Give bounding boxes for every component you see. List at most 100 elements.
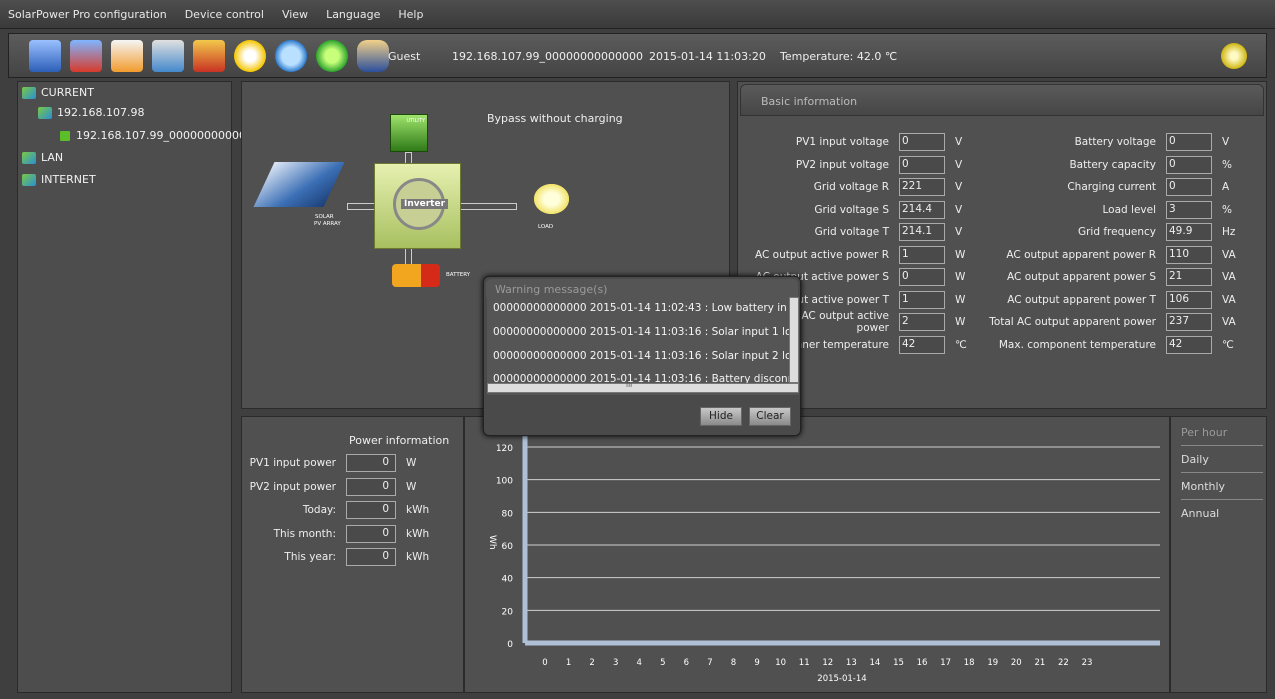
basic-right-unit: V xyxy=(1222,136,1230,148)
period-annual[interactable]: Annual xyxy=(1181,507,1263,526)
power-row: PV2 input power 0 W xyxy=(242,477,417,496)
vertical-scrollbar[interactable] xyxy=(789,297,799,383)
basic-right-label: Total AC output apparent power xyxy=(989,316,1156,328)
basic-right-unit: VA xyxy=(1222,271,1236,283)
y-axis-label: Wh xyxy=(487,535,497,550)
basic-right-value: 42 xyxy=(1166,335,1212,354)
x-tick-label: 9 xyxy=(754,658,759,668)
warning-dialog: Warning message(s) 00000000000000 2015-0… xyxy=(483,276,801,436)
basic-left-label: AC output active power R xyxy=(755,248,889,261)
battery-icon xyxy=(392,264,440,287)
y-tick-label: 80 xyxy=(502,509,514,519)
power-unit: W xyxy=(406,457,417,469)
basic-right-value: 21 xyxy=(1166,268,1212,286)
x-tick-label: 1 xyxy=(566,658,571,668)
basic-right-unit: % xyxy=(1222,158,1232,171)
energy-chart-panel: 0 20 40 60 80 100 120 Wh 0 1 2 3 4 5 6 7 8 9 10 11 12 13 14 15 1… xyxy=(464,416,1170,693)
tree-item-internet[interactable]: INTERNET xyxy=(22,173,96,186)
horizontal-scrollbar[interactable]: III xyxy=(487,381,799,393)
refresh-icon[interactable] xyxy=(316,39,348,72)
y-tick-label: 60 xyxy=(502,542,514,552)
basic-left-label: Grid voltage T xyxy=(814,226,889,238)
basic-right-value: 0 xyxy=(1166,178,1212,196)
hide-button[interactable]: Hide xyxy=(700,407,742,426)
basic-right-label: Max. component temperature xyxy=(998,338,1156,351)
monitor-icon[interactable] xyxy=(29,39,61,72)
fire-extinguisher-icon[interactable] xyxy=(193,39,225,72)
power-row: PV1 input power 0 W xyxy=(242,454,416,472)
basic-right-row: Max. component temperature 42 ℃ xyxy=(938,335,1234,354)
period-monthly[interactable]: Monthly xyxy=(1181,480,1263,500)
power-value: 0 xyxy=(346,501,396,519)
x-tick-label: 23 xyxy=(1082,658,1093,668)
x-tick-label: 2 xyxy=(589,658,594,668)
menu-item-view[interactable]: View xyxy=(282,8,308,21)
basic-right-value: 49.9 xyxy=(1166,223,1212,241)
search-icon[interactable] xyxy=(275,39,307,72)
inverter-icon: Inverter xyxy=(374,163,461,249)
tree-item-host[interactable]: 192.168.107.98 xyxy=(38,106,144,119)
x-tick-label: 5 xyxy=(660,658,665,668)
report-icon[interactable] xyxy=(111,39,143,72)
power-label: This year: xyxy=(284,551,336,563)
period-per-hour[interactable]: Per hour xyxy=(1181,426,1263,446)
tree-item-device[interactable]: 192.168.107.99_00000000000000 xyxy=(60,129,267,142)
warning-line: 00000000000000 2015-01-14 11:02:43 : Low… xyxy=(493,302,799,314)
power-label: PV2 input power xyxy=(249,480,336,493)
period-selector: Per hour Daily Monthly Annual xyxy=(1170,416,1267,693)
power-info-title: Power information xyxy=(349,434,450,447)
x-tick-label: 7 xyxy=(707,658,712,668)
basic-right-unit: ℃ xyxy=(1222,338,1234,351)
mode-label: Bypass without charging xyxy=(487,112,623,125)
status-icon[interactable] xyxy=(1221,43,1247,69)
basic-right-unit: VA xyxy=(1222,248,1236,261)
basic-left-label: PV2 input voltage xyxy=(795,158,889,171)
basic-left-label: Grid voltage R xyxy=(813,181,889,193)
basic-right-value: 106 xyxy=(1166,290,1212,309)
warning-icon[interactable] xyxy=(234,39,266,72)
basic-right-label: Charging current xyxy=(1067,181,1156,193)
x-tick-label: 18 xyxy=(964,658,975,668)
network-icon xyxy=(38,106,52,119)
basic-left-label: PV1 input voltage xyxy=(795,136,889,148)
x-tick-label: 15 xyxy=(893,658,904,668)
menu-item-language[interactable]: Language xyxy=(326,8,380,21)
warning-line: 00000000000000 2015-01-14 11:03:16 : Sol… xyxy=(493,326,799,338)
y-tick-label: 100 xyxy=(496,477,513,487)
menu-bar: SolarPower Pro configuration Device cont… xyxy=(0,0,1275,29)
menu-item-help[interactable]: Help xyxy=(398,8,423,21)
basic-left-row: AC output active power R 1 W xyxy=(738,245,965,264)
tools-icon[interactable] xyxy=(70,39,102,72)
power-value: 0 xyxy=(346,477,396,496)
x-tick-label: 20 xyxy=(1011,658,1022,668)
user-icon[interactable] xyxy=(357,39,389,72)
menu-item-device-control[interactable]: Device control xyxy=(185,8,264,21)
x-tick-label: 11 xyxy=(799,658,810,668)
basic-right-row: Grid frequency 49.9 Hz xyxy=(938,223,1235,241)
x-tick-label: 19 xyxy=(987,658,998,668)
warning-list[interactable]: 00000000000000 2015-01-14 11:02:43 : Low… xyxy=(487,297,799,395)
power-info-panel: Power information PV1 input power 0 W PV2… xyxy=(241,416,464,693)
device-tree: CURRENT 192.168.107.98 192.168.107.99_00… xyxy=(17,81,267,693)
power-label: PV1 input power xyxy=(249,457,336,469)
x-tick-label: 21 xyxy=(1034,658,1045,668)
network-icon xyxy=(22,173,36,186)
basic-left-row: Grid voltage S 214.4 V xyxy=(738,200,962,219)
tree-item-current[interactable]: CURRENT xyxy=(22,86,94,99)
x-tick-label: 14 xyxy=(869,658,880,668)
x-tick-label: 17 xyxy=(940,658,951,668)
menu-item-configuration[interactable]: SolarPower Pro configuration xyxy=(8,8,167,21)
period-daily[interactable]: Daily xyxy=(1181,453,1263,473)
basic-right-label: Battery voltage xyxy=(1074,136,1156,148)
load-label: LOAD xyxy=(538,224,554,230)
basic-right-unit: A xyxy=(1222,181,1230,193)
x-tick-label: 22 xyxy=(1058,658,1069,668)
power-unit: W xyxy=(406,480,417,493)
pv-array-label: PV ARRAY xyxy=(314,221,341,227)
data-log-icon[interactable] xyxy=(152,39,184,72)
tree-item-lan[interactable]: LAN xyxy=(22,151,63,164)
clear-button[interactable]: Clear xyxy=(749,407,791,426)
x-tick-label: 16 xyxy=(917,658,928,668)
power-unit: kWh xyxy=(406,551,430,563)
basic-left-label: Grid voltage S xyxy=(814,203,889,216)
